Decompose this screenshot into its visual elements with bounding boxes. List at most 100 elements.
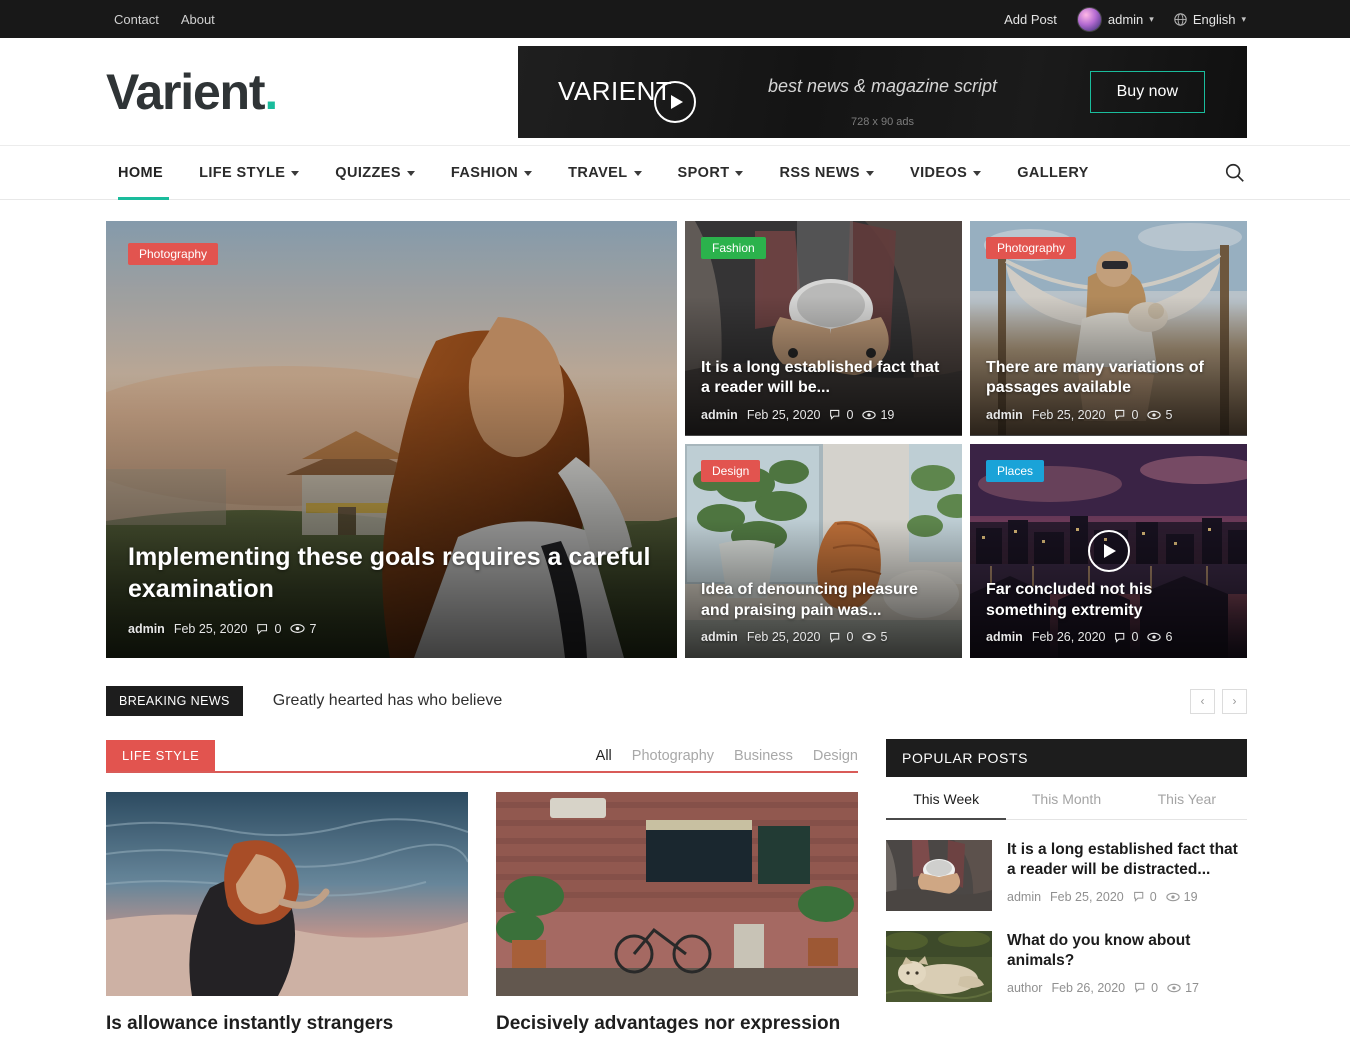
filter-tab-all[interactable]: All bbox=[596, 748, 612, 764]
list-item[interactable]: Is allowance instantly strangers bbox=[106, 792, 468, 1037]
comment-value: 0 bbox=[1149, 889, 1157, 904]
hero-main-body: Implementing these goals requires a care… bbox=[128, 541, 655, 636]
comment-count: 0 bbox=[829, 408, 853, 422]
popular-post-content: What do you know about animals? author F… bbox=[1007, 931, 1247, 1002]
filter-tab-design[interactable]: Design bbox=[813, 748, 858, 764]
hero-card-design[interactable]: Design Idea of denouncing pleasure and p… bbox=[685, 443, 962, 658]
tab-this-week[interactable]: This Week bbox=[886, 777, 1007, 820]
post-date: Feb 25, 2020 bbox=[746, 407, 821, 422]
post-thumbnail bbox=[496, 792, 858, 996]
language-menu[interactable]: English ▾ bbox=[1174, 12, 1246, 27]
nav-item-life-style[interactable]: LIFE STYLE bbox=[181, 146, 317, 199]
buy-now-button[interactable]: Buy now bbox=[1089, 70, 1205, 113]
nav-item-gallery[interactable]: GALLERY bbox=[999, 146, 1107, 199]
post-date: Feb 25, 2020 bbox=[746, 630, 821, 644]
topbar-link-about[interactable]: About bbox=[181, 12, 215, 27]
category-badge[interactable]: Places bbox=[986, 459, 1045, 482]
view-count: 6 bbox=[1147, 630, 1172, 644]
chevron-down-icon bbox=[406, 171, 415, 176]
nav-item-home[interactable]: HOME bbox=[106, 146, 181, 200]
hero-card-title[interactable]: Idea of denouncing pleasure and praising… bbox=[701, 580, 948, 621]
nav-label: FASHION bbox=[450, 164, 519, 181]
chevron-down-icon bbox=[524, 171, 533, 176]
topbar-link-contact[interactable]: Contact bbox=[114, 12, 159, 27]
nav-label: TRAVEL bbox=[568, 164, 628, 181]
comment-icon bbox=[829, 408, 842, 421]
tab-this-month[interactable]: This Month bbox=[1006, 777, 1126, 819]
ad-banner[interactable]: VARIENT. best news & magazine script 728… bbox=[518, 45, 1247, 138]
view-value: 5 bbox=[1165, 407, 1173, 422]
nav-label: LIFE STYLE bbox=[199, 164, 286, 181]
comment-value: 0 bbox=[846, 630, 854, 644]
hero-card-title[interactable]: There are many variations of passages av… bbox=[986, 358, 1233, 399]
post-date: Feb 25, 2020 bbox=[1050, 889, 1124, 904]
filter-tab-photography[interactable]: Photography bbox=[632, 748, 714, 764]
category-badge[interactable]: Design bbox=[701, 459, 761, 482]
view-value: 19 bbox=[1183, 889, 1198, 904]
popular-post-title[interactable]: What do you know about animals? bbox=[1007, 931, 1247, 972]
chevron-down-icon: ▾ bbox=[1149, 13, 1154, 24]
main-column: LIFE STYLE All Photography Business Desi… bbox=[106, 81, 858, 1037]
hero-card-title[interactable]: Far concluded not his something extremit… bbox=[986, 580, 1233, 621]
chevron-down-icon bbox=[291, 171, 300, 176]
eye-icon bbox=[1147, 408, 1162, 422]
breaking-news-label: BREAKING NEWS bbox=[106, 685, 243, 717]
filter-tab-business[interactable]: Business bbox=[734, 748, 793, 764]
tab-this-year[interactable]: This Year bbox=[1127, 777, 1247, 819]
hero-row-top: Fashion It is a long established fact th… bbox=[685, 221, 1247, 436]
search-icon[interactable] bbox=[1224, 146, 1246, 199]
nav-item-videos[interactable]: VIDEOS bbox=[892, 146, 999, 199]
logo-text: Varient bbox=[106, 63, 266, 120]
logo-dot: . bbox=[264, 63, 278, 120]
hero-card-meta: admin Feb 25, 2020 0 5 bbox=[701, 630, 948, 644]
prev-button[interactable]: ‹ bbox=[1190, 688, 1215, 714]
comment-count: 0 bbox=[1114, 630, 1138, 644]
hero-main-card[interactable]: Photography Implementing these goals req… bbox=[106, 221, 677, 658]
comment-value: 0 bbox=[846, 407, 854, 422]
chevron-down-icon bbox=[633, 171, 642, 176]
popular-post-title[interactable]: It is a long established fact that a rea… bbox=[1007, 840, 1247, 881]
hero-card-photography[interactable]: Photography There are many variations of… bbox=[970, 221, 1247, 436]
hero-card-places[interactable]: Places Far concluded not his something e… bbox=[970, 443, 1247, 658]
breaking-news-headline[interactable]: Greatly hearted has who believe bbox=[273, 692, 502, 710]
site-logo[interactable]: Varient. bbox=[106, 63, 278, 120]
post-title[interactable]: Is allowance instantly strangers bbox=[106, 1012, 468, 1037]
nav-label: VIDEOS bbox=[910, 164, 968, 181]
hero-main-title[interactable]: Implementing these goals requires a care… bbox=[128, 541, 655, 605]
hero-grid: Photography Implementing these goals req… bbox=[106, 221, 1247, 658]
hero-card-body: It is a long established fact that a rea… bbox=[701, 358, 948, 422]
nav-label: RSS NEWS bbox=[779, 164, 860, 181]
nav-item-travel[interactable]: TRAVEL bbox=[550, 146, 659, 199]
post-author: author bbox=[1007, 980, 1043, 995]
hero-card-title[interactable]: It is a long established fact that a rea… bbox=[701, 358, 948, 399]
hero-card-fashion[interactable]: Fashion It is a long established fact th… bbox=[685, 221, 962, 436]
ad-size-label: 728 x 90 ads bbox=[851, 115, 914, 128]
nav-item-fashion[interactable]: FASHION bbox=[433, 146, 550, 199]
nav-label: QUIZZES bbox=[335, 164, 401, 181]
post-title[interactable]: Decisively advantages nor expression bbox=[496, 1012, 858, 1037]
nav-item-sport[interactable]: SPORT bbox=[660, 146, 762, 199]
hero-card-body: Idea of denouncing pleasure and praising… bbox=[701, 580, 948, 644]
nav-item-rss-news[interactable]: RSS NEWS bbox=[761, 146, 892, 199]
play-icon[interactable] bbox=[654, 81, 696, 123]
next-button[interactable]: › bbox=[1222, 688, 1247, 714]
list-item[interactable]: What do you know about animals? author F… bbox=[886, 911, 1247, 1002]
user-menu[interactable]: admin ▾ bbox=[1076, 6, 1154, 32]
list-item[interactable]: Decisively advantages nor expression bbox=[496, 81, 858, 1037]
comment-value: 0 bbox=[1151, 980, 1159, 995]
lifestyle-filter-tabs: All Photography Business Design bbox=[596, 748, 858, 771]
hero-card-body: There are many variations of passages av… bbox=[986, 358, 1233, 422]
avatar bbox=[1076, 6, 1102, 32]
hero-card-meta: admin Feb 26, 2020 0 6 bbox=[986, 630, 1233, 644]
category-badge[interactable]: Photography bbox=[128, 243, 219, 265]
comment-value: 0 bbox=[1131, 630, 1139, 644]
category-badge[interactable]: Fashion bbox=[701, 237, 766, 259]
view-count: 17 bbox=[1167, 981, 1199, 995]
list-item[interactable]: It is a long established fact that a rea… bbox=[886, 820, 1247, 911]
play-icon[interactable] bbox=[1087, 529, 1130, 572]
nav-item-quizzes[interactable]: QUIZZES bbox=[317, 146, 433, 199]
add-post-link[interactable]: Add Post bbox=[1004, 12, 1057, 27]
view-count: 19 bbox=[1165, 889, 1198, 904]
category-badge[interactable]: Photography bbox=[986, 237, 1077, 259]
post-author: admin bbox=[986, 407, 1023, 422]
